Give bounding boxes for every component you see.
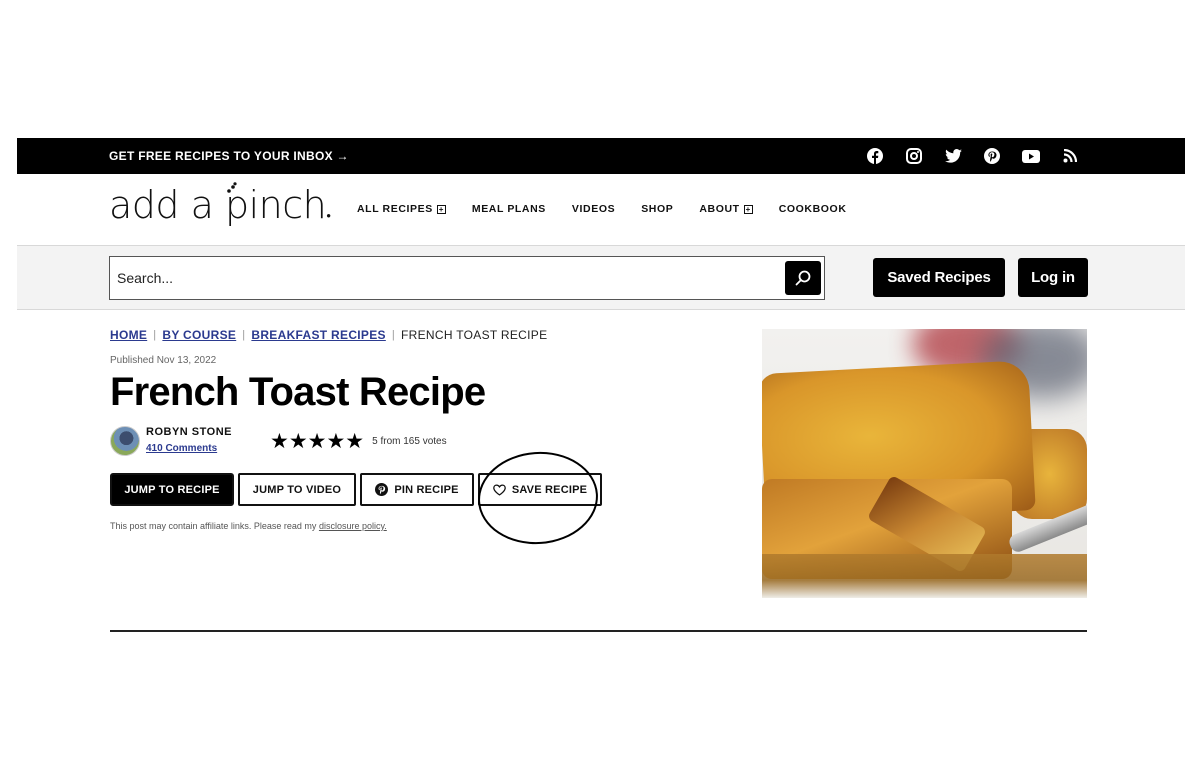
section-divider [110,630,1087,632]
site-logo[interactable]: add a pinch● [109,182,331,227]
pinterest-icon[interactable] [982,147,1002,165]
main-nav: ALL RECIPES + MEAL PLANS VIDEOS SHOP ABOU… [357,203,847,215]
pinterest-icon [375,483,389,496]
breadcrumb-separator: | [242,329,246,341]
search-bar-row: Saved Recipes Log in [17,245,1185,310]
registered-mark: ● [326,211,331,220]
search-form [109,256,825,300]
star-icon[interactable]: ★ [308,431,327,452]
pin-recipe-button[interactable]: PIN RECIPE [360,473,474,506]
author-rating-row: ROBYN STONE 410 Comments ★ ★ ★ ★ ★ 5 fro… [110,426,730,456]
breadcrumb: HOME | BY COURSE | BREAKFAST RECIPES | F… [110,328,730,342]
author-name: ROBYN STONE [146,426,232,438]
jump-to-video-button[interactable]: JUMP TO VIDEO [238,473,356,506]
search-input[interactable] [110,257,770,299]
breadcrumb-by-course[interactable]: BY COURSE [162,328,236,342]
login-button[interactable]: Log in [1018,258,1088,297]
newsletter-link[interactable]: GET FREE RECIPES TO YOUR INBOX → [109,149,349,163]
post-header: HOME | BY COURSE | BREAKFAST RECIPES | F… [110,328,730,531]
top-bar: GET FREE RECIPES TO YOUR INBOX → [17,138,1185,174]
disclosure-policy-link[interactable]: disclosure policy. [319,521,387,531]
star-icon[interactable]: ★ [289,431,308,452]
nav-all-recipes[interactable]: ALL RECIPES + [357,203,446,215]
jump-to-recipe-button[interactable]: JUMP TO RECIPE [110,473,234,506]
rss-icon[interactable] [1060,147,1080,165]
avatar[interactable] [110,426,140,456]
save-recipe-label: SAVE RECIPE [511,483,588,496]
star-icon[interactable]: ★ [345,431,364,452]
page-title: French Toast Recipe [110,370,486,414]
star-rating[interactable]: ★ ★ ★ ★ ★ [270,431,364,452]
nav-shop[interactable]: SHOP [641,203,673,215]
breadcrumb-breakfast-recipes[interactable]: BREAKFAST RECIPES [251,328,385,342]
breadcrumb-home[interactable]: HOME [110,328,147,342]
expand-icon[interactable]: + [436,204,446,214]
breadcrumb-separator: | [153,329,157,341]
published-date: Published Nov 13, 2022 [110,355,217,366]
nav-cookbook[interactable]: COOKBOOK [779,203,847,215]
search-icon [795,270,811,286]
search-button[interactable] [785,261,821,295]
instagram-icon[interactable] [904,147,924,165]
save-recipe-button[interactable]: SAVE RECIPE [478,473,602,506]
logo-text: add a pinch [109,183,327,227]
youtube-icon[interactable] [1021,147,1041,165]
saved-recipes-button[interactable]: Saved Recipes [873,258,1005,297]
site-frame: GET FREE RECIPES TO YOUR INBOX → add a p… [17,138,1185,310]
action-buttons: JUMP TO RECIPE JUMP TO VIDEO PIN RECIPE … [110,473,730,506]
facebook-icon[interactable] [865,147,885,165]
breadcrumb-separator: | [391,329,395,341]
comments-link[interactable]: 410 Comments [146,443,217,454]
twitter-icon[interactable] [943,147,963,165]
recipe-hero-image [762,329,1087,598]
nav-videos[interactable]: VIDEOS [572,203,615,215]
pin-recipe-label: PIN RECIPE [394,483,459,496]
star-icon[interactable]: ★ [326,431,345,452]
affiliate-disclaimer: This post may contain affiliate links. P… [110,521,387,531]
nav-about[interactable]: ABOUT + [699,203,753,215]
author-info: ROBYN STONE 410 Comments [146,426,232,456]
breadcrumb-current: FRENCH TOAST RECIPE [401,328,548,342]
social-links [865,147,1080,165]
star-icon[interactable]: ★ [270,431,289,452]
expand-icon[interactable]: + [743,204,753,214]
site-header: add a pinch● ALL RECIPES + MEAL PLANS VID… [17,174,1185,245]
heart-icon [492,483,506,496]
nav-meal-plans[interactable]: MEAL PLANS [472,203,546,215]
logo-pinch-dots [227,182,237,193]
votes-text: 5 from 165 votes [372,435,447,447]
